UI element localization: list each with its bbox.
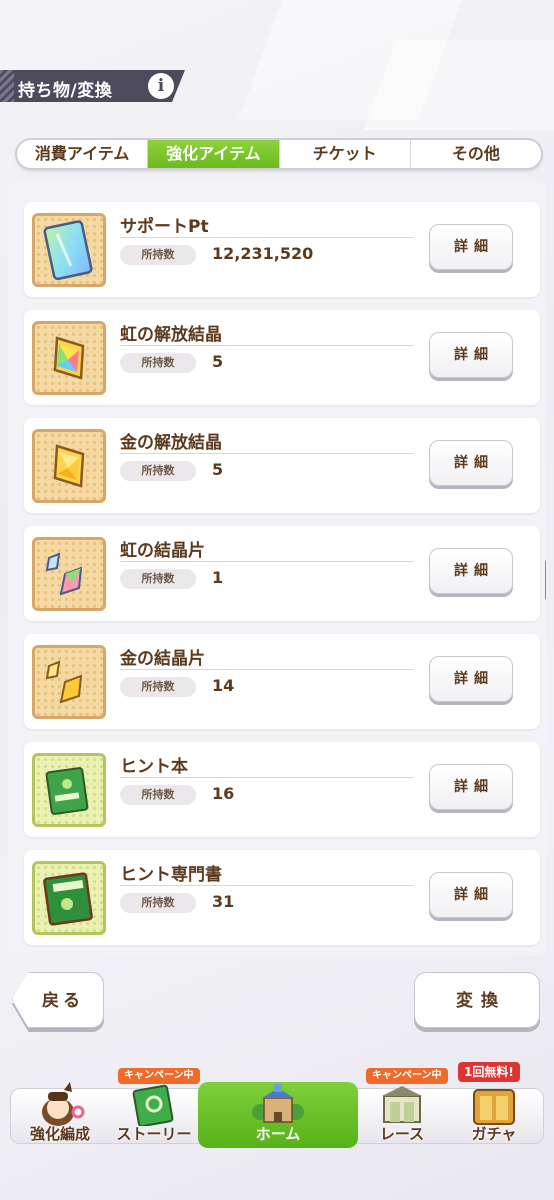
owned-count: 1 [212,568,224,587]
gold-shard-icon [32,645,106,719]
character-avatar-icon [42,1082,85,1126]
detail-button[interactable]: 詳細 [429,332,513,378]
owned-label: 所持数 [120,569,196,589]
item-name: ヒント本 [120,757,188,777]
free-badge: 1回無料! [458,1062,520,1082]
category-tabs: 消費アイテム 強化アイテム チケット その他 [15,138,543,170]
detail-button[interactable]: 詳細 [429,872,513,918]
nav-story[interactable]: キャンペーン中 ストーリー [104,1060,204,1146]
tab-others[interactable]: その他 [411,140,541,168]
nav-label: ストーリー [116,1125,192,1143]
list-item: 虹の解放結晶 所持数 5 詳細 [24,310,540,405]
rainbow-shard-icon [32,537,106,611]
owned-count: 31 [212,892,235,911]
detail-button[interactable]: 詳細 [429,548,513,594]
tab-tickets[interactable]: チケット [280,140,411,168]
item-name: 金の解放結晶 [120,433,222,453]
nav-race[interactable]: キャンペーン中 レース [352,1060,452,1146]
story-book-icon [132,1084,174,1126]
item-divider [120,345,414,346]
info-icon[interactable]: i [148,73,174,99]
item-name: 金の結晶片 [120,649,205,669]
tab-enhancement-items[interactable]: 強化アイテム [148,140,280,168]
item-divider [120,561,414,562]
list-item: ヒント本 所持数 16 詳細 [24,742,540,837]
item-name: サポートPt [120,217,209,237]
owned-count: 5 [212,352,224,371]
owned-count: 14 [212,676,235,695]
item-name: 虹の結晶片 [120,541,205,561]
detail-button[interactable]: 詳細 [429,440,513,486]
back-button[interactable]: 戻る [12,972,104,1028]
nav-label: レース [379,1125,425,1143]
gacha-door-icon [473,1089,515,1125]
rainbow-crystal-icon [32,321,106,395]
owned-label: 所持数 [120,677,196,697]
scrollbar[interactable] [545,560,546,600]
list-item: 虹の結晶片 所持数 1 詳細 [24,526,540,621]
owned-count: 5 [212,460,224,479]
owned-count: 12,231,520 [212,244,314,263]
nav-label: ガチャ [471,1125,517,1143]
detail-button[interactable]: 詳細 [429,224,513,270]
gold-crystal-icon [32,429,106,503]
list-item: サポートPt 所持数 12,231,520 詳細 [24,202,540,297]
support-pt-card-icon [32,213,106,287]
home-building-icon [252,1084,304,1123]
tab-consumables[interactable]: 消費アイテム [17,140,149,168]
item-divider [120,453,414,454]
detail-button[interactable]: 詳細 [429,764,513,810]
page-title: 持ち物/変換 [18,81,113,101]
item-divider [120,885,414,886]
owned-label: 所持数 [120,785,196,805]
nav-home[interactable]: ホーム [228,1060,328,1146]
list-item: 金の解放結晶 所持数 5 詳細 [24,418,540,513]
item-name: 虹の解放結晶 [120,325,222,345]
owned-count: 16 [212,784,235,803]
race-gate-icon [382,1086,422,1123]
owned-label: 所持数 [120,353,196,373]
owned-label: 所持数 [120,245,196,265]
item-divider [120,669,414,670]
detail-button[interactable]: 詳細 [429,656,513,702]
title-stripe [0,70,14,102]
nav-label: ホーム [255,1125,301,1143]
list-item: ヒント専門書 所持数 31 詳細 [24,850,540,945]
nav-enhance-formation[interactable]: 強化編成 [10,1060,110,1146]
nav-gacha[interactable]: 1回無料! ガチャ [444,1060,544,1146]
item-list[interactable]: サポートPt 所持数 12,231,520 詳細 虹の解放結晶 所持数 5 詳細 [8,180,546,956]
item-divider [120,777,414,778]
convert-button[interactable]: 変換 [414,972,540,1028]
item-divider [120,237,414,238]
owned-label: 所持数 [120,893,196,913]
item-name: ヒント専門書 [120,865,222,885]
nav-label: 強化編成 [29,1125,90,1143]
owned-label: 所持数 [120,461,196,481]
hint-book-icon [32,753,106,827]
hint-tome-icon [32,861,106,935]
list-item: 金の結晶片 所持数 14 詳細 [24,634,540,729]
